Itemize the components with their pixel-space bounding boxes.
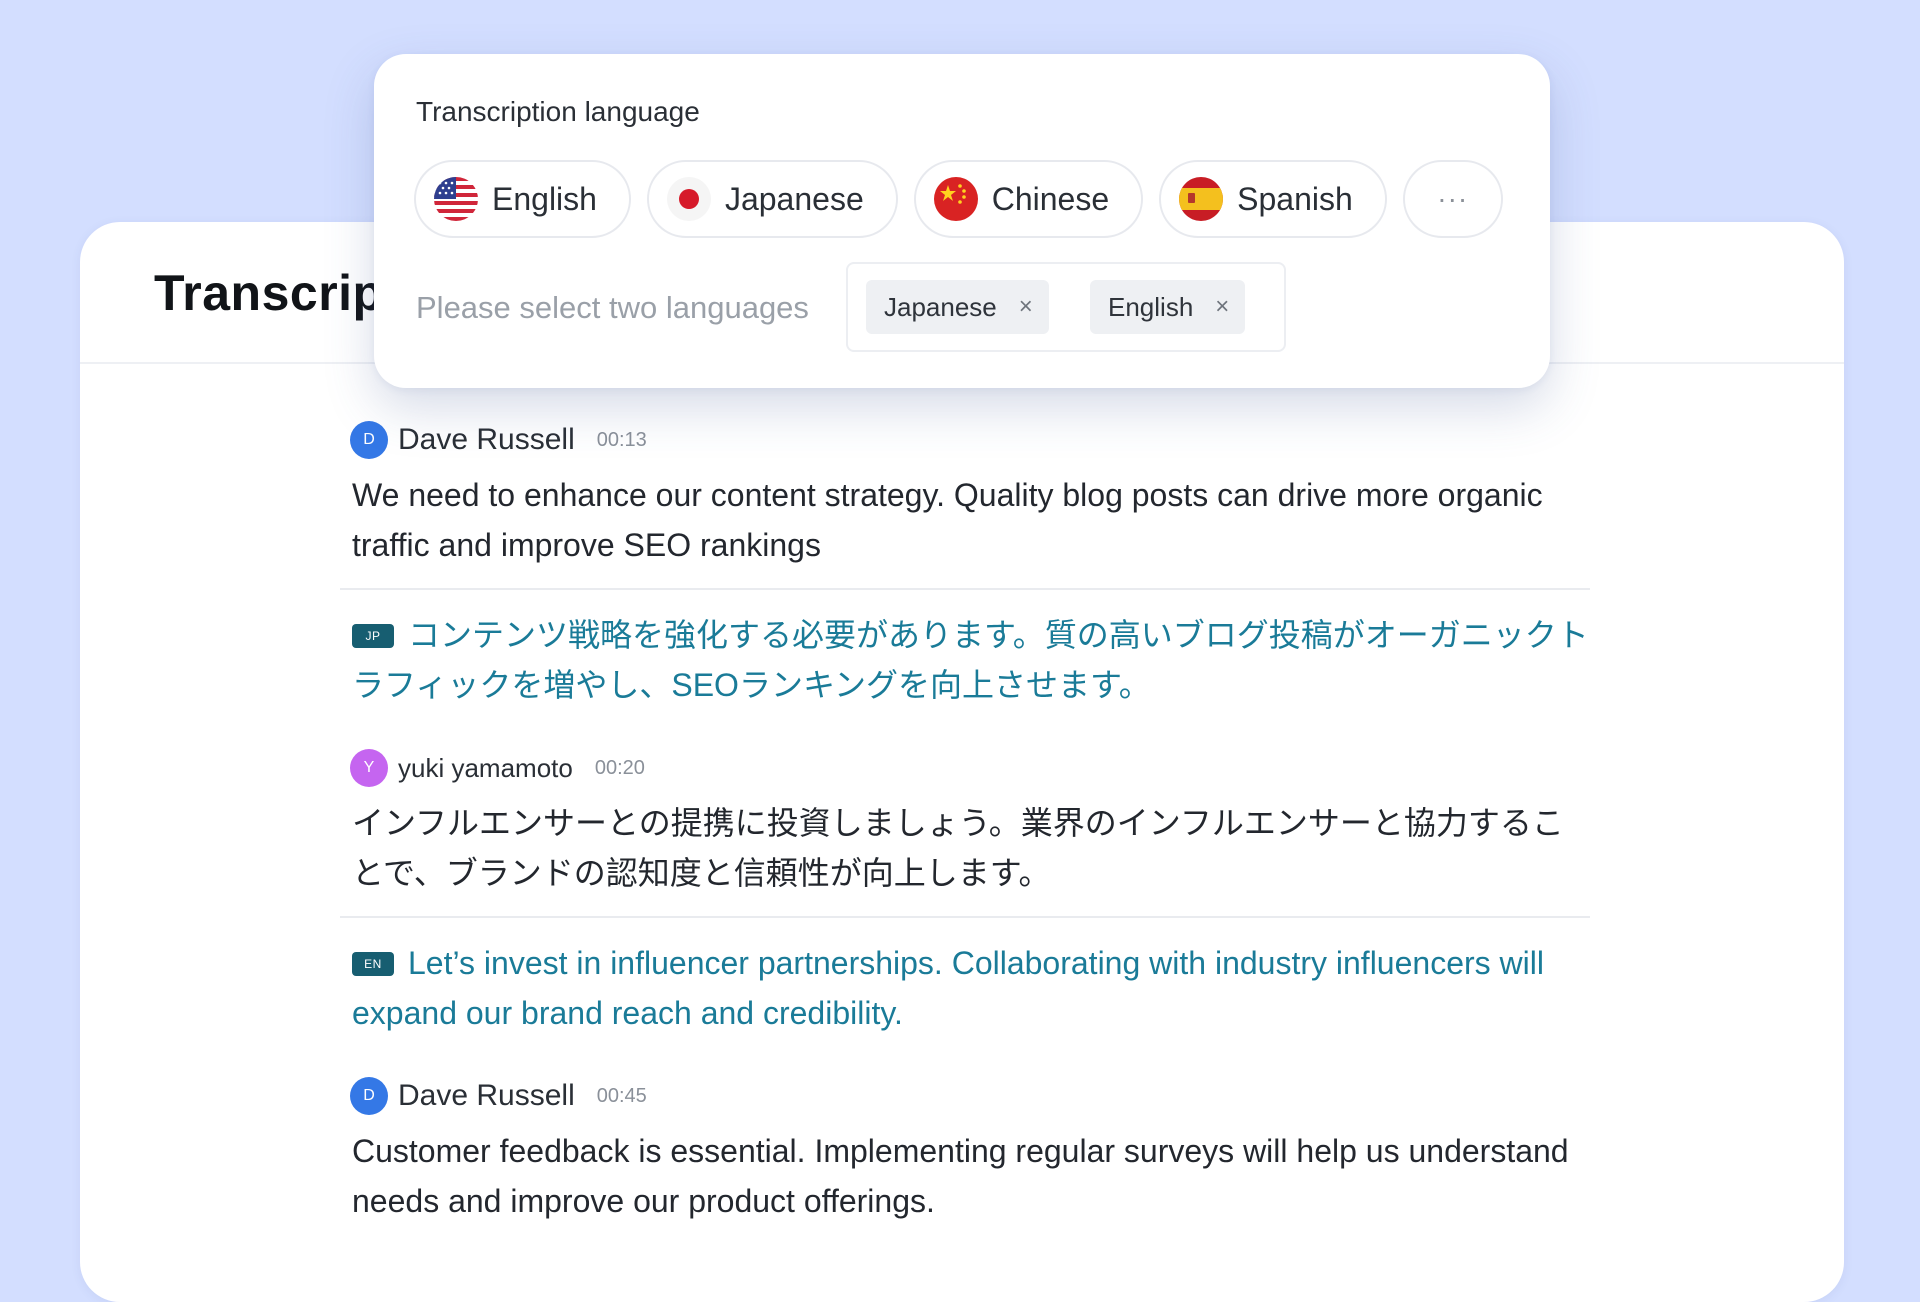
language-label: Spanish: [1237, 180, 1353, 217]
entry-text: インフルエンサーとの提携に投資しましょう。業界のインフルエンサーと協力することで…: [352, 805, 1564, 891]
language-popover: Transcription language English Japanese …: [374, 54, 1550, 388]
timestamp[interactable]: 00:45: [597, 1085, 647, 1108]
entry-text: Customer feedback is essential. Implemen…: [352, 1133, 1569, 1219]
speaker-name: Dave Russell: [398, 423, 575, 456]
more-icon: ···: [1437, 183, 1469, 214]
chip-label: English: [1108, 291, 1194, 322]
avatar: D: [350, 421, 388, 459]
timestamp[interactable]: 00:20: [595, 757, 645, 780]
transcript-list: D Dave Russell 00:13 We need to enhance …: [340, 420, 1590, 1226]
translation-block: EN Let’s invest in influencer partnership…: [340, 916, 1590, 1048]
chip-label: Japanese: [884, 291, 997, 322]
language-label: Chinese: [991, 180, 1110, 217]
entry-header: D Dave Russell 00:13: [350, 420, 1590, 460]
selected-language-chip: Japanese ×: [866, 280, 1049, 334]
transcript-entry: Y yuki yamamoto 00:20 インフルエンサーとの提携に投資しまし…: [350, 748, 1590, 898]
transcript-entry: D Dave Russell 00:45 Customer feedback i…: [350, 1076, 1590, 1226]
language-options: English Japanese Chinese Spanish ···: [414, 160, 1519, 238]
language-label: Japanese: [724, 180, 864, 217]
popover-title: Transcription language: [416, 96, 700, 127]
avatar: Y: [350, 749, 388, 787]
language-tag: EN: [352, 952, 394, 976]
selection-hint: Please select two languages: [416, 290, 809, 325]
entry-header: Y yuki yamamoto 00:20: [350, 748, 1590, 788]
spain-flag-icon: [1179, 177, 1224, 221]
speaker-name: yuki yamamoto: [398, 752, 573, 783]
language-option-english[interactable]: English: [414, 160, 631, 238]
us-flag-icon: [434, 177, 478, 221]
language-option-chinese[interactable]: Chinese: [913, 160, 1144, 238]
language-option-japanese[interactable]: Japanese: [646, 160, 898, 238]
china-flag-icon: [933, 177, 978, 221]
translation-block: JP コンテンツ戦略を強化する必要があります。質の高いブログ投稿がオーガニックトラ…: [340, 588, 1590, 720]
speaker-name: Dave Russell: [398, 1079, 575, 1112]
avatar: D: [350, 1077, 388, 1115]
japan-flag-icon: [666, 177, 711, 221]
selected-language-chip: English ×: [1090, 280, 1246, 334]
entry-header: D Dave Russell 00:45: [350, 1076, 1590, 1116]
translation-text: コンテンツ戦略を強化する必要があります。質の高いブログ投稿がオーガニックトラフィ…: [352, 617, 1589, 703]
entry-text: We need to enhance our content strategy.…: [352, 477, 1543, 563]
language-label: English: [492, 180, 597, 217]
language-tag: JP: [352, 624, 394, 648]
timestamp[interactable]: 00:13: [597, 429, 647, 452]
selected-languages-field[interactable]: Japanese × English ×: [846, 262, 1286, 352]
close-icon[interactable]: ×: [1019, 293, 1033, 321]
card-title: Transcript: [154, 265, 401, 321]
more-languages-button[interactable]: ···: [1402, 160, 1503, 238]
translation-text: Let’s invest in influencer partnerships.…: [352, 945, 1544, 1031]
transcript-entry: D Dave Russell 00:13 We need to enhance …: [350, 420, 1590, 570]
close-icon[interactable]: ×: [1215, 293, 1229, 321]
language-option-spanish[interactable]: Spanish: [1159, 160, 1387, 238]
